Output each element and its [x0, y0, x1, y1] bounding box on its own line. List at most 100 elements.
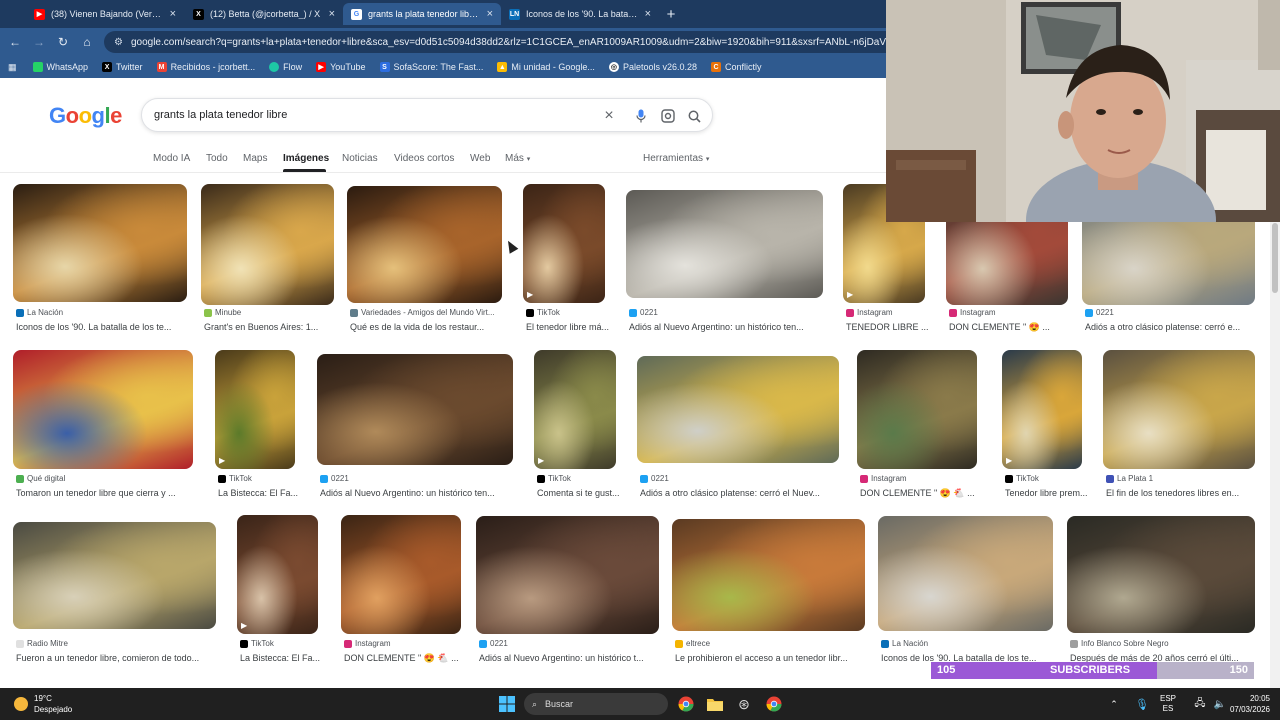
- result-title[interactable]: Qué es de la vida de los restaur...: [350, 322, 484, 332]
- file-explorer-icon[interactable]: [705, 694, 725, 714]
- result-source[interactable]: TikTok: [1005, 474, 1039, 483]
- result-title[interactable]: Fueron a un tenedor libre, comieron de t…: [16, 653, 199, 663]
- bookmark-whatsapp[interactable]: WhatsApp: [32, 62, 88, 72]
- result-thumbnail[interactable]: [13, 522, 216, 629]
- tab-la-nacion[interactable]: LN Iconos de los '90. La batalla de ×: [501, 3, 659, 25]
- google-logo[interactable]: Google: [49, 103, 122, 129]
- result-title[interactable]: Tomaron un tenedor libre que cierra y ..…: [16, 488, 176, 498]
- close-icon[interactable]: ×: [329, 8, 335, 20]
- result-title[interactable]: Tenedor libre prem...: [1005, 488, 1088, 498]
- result-source[interactable]: Variedades - Amigos del Mundo Virt...: [350, 308, 495, 317]
- filter-news[interactable]: Noticias: [342, 153, 378, 164]
- result-source[interactable]: TikTok: [537, 474, 571, 483]
- result-source[interactable]: 0221: [640, 474, 669, 483]
- result-source[interactable]: Instagram: [344, 639, 391, 648]
- filter-ai-mode[interactable]: Modo IA: [153, 153, 190, 164]
- result-title[interactable]: El tenedor libre má...: [526, 322, 609, 332]
- volume-icon[interactable]: 🔈: [1210, 694, 1230, 714]
- result-title[interactable]: Adiós a otro clásico platense: cerró el …: [640, 488, 820, 498]
- result-title[interactable]: Adiós al Nuevo Argentino: un histórico t…: [479, 653, 644, 663]
- bookmark-twitter[interactable]: X Twitter: [102, 62, 143, 72]
- chrome-profile-icon[interactable]: [764, 694, 784, 714]
- microphone-icon[interactable]: 🎙: [1132, 694, 1152, 714]
- lens-icon[interactable]: [659, 107, 677, 125]
- search-input[interactable]: grants la plata tenedor libre: [154, 109, 287, 121]
- result-source[interactable]: Info Blanco Sobre Negro: [1070, 639, 1169, 648]
- filter-web[interactable]: Web: [470, 153, 490, 164]
- result-thumbnail[interactable]: ▶: [523, 184, 605, 303]
- result-title[interactable]: Comenta si te gust...: [537, 488, 620, 498]
- result-title[interactable]: Adiós al Nuevo Argentino: un histórico t…: [629, 322, 804, 332]
- filter-short-videos[interactable]: Videos cortos: [394, 153, 454, 164]
- result-thumbnail[interactable]: [857, 350, 977, 469]
- apps-icon[interactable]: ▦: [8, 62, 17, 73]
- result-thumbnail[interactable]: [637, 356, 839, 463]
- result-source[interactable]: 0221: [479, 639, 508, 648]
- result-thumbnail[interactable]: ▶: [237, 515, 318, 634]
- result-thumbnail[interactable]: [626, 190, 823, 298]
- result-thumbnail[interactable]: ▶: [534, 350, 616, 469]
- taskbar-search[interactable]: ⌕ Buscar: [524, 693, 668, 715]
- back-icon[interactable]: ←: [6, 33, 24, 51]
- result-thumbnail[interactable]: [13, 184, 187, 302]
- search-icon[interactable]: [685, 107, 703, 125]
- bookmark-flow[interactable]: Flow: [269, 62, 302, 72]
- result-title[interactable]: La Bistecca: El Fa...: [218, 488, 298, 498]
- result-thumbnail[interactable]: [347, 186, 502, 303]
- result-source[interactable]: La Nación: [881, 639, 928, 648]
- result-title[interactable]: La Bistecca: El Fa...: [240, 653, 320, 663]
- result-thumbnail[interactable]: [201, 184, 334, 305]
- result-source[interactable]: eltrece: [675, 639, 710, 648]
- bookmark-conflictly[interactable]: C Conflictly: [711, 62, 762, 72]
- result-source[interactable]: 0221: [629, 308, 658, 317]
- result-thumbnail[interactable]: [672, 519, 865, 631]
- bookmark-sofascore[interactable]: S SofaScore: The Fast...: [379, 62, 483, 72]
- tools-button[interactable]: Herramientas ▾: [643, 153, 709, 164]
- tab-youtube[interactable]: ▶ (38) Vienen Bajando (Versión 2) ×: [26, 3, 184, 25]
- result-source[interactable]: Qué digital: [16, 474, 65, 483]
- result-title[interactable]: Grant's en Buenos Aires: 1...: [204, 322, 318, 332]
- filter-all[interactable]: Todo: [206, 153, 228, 164]
- result-source[interactable]: TikTok: [218, 474, 252, 483]
- result-source[interactable]: 0221: [1085, 308, 1114, 317]
- filter-images[interactable]: Imágenes: [283, 153, 329, 164]
- chrome-icon[interactable]: [676, 694, 696, 714]
- bookmark-youtube[interactable]: ▶ YouTube: [316, 62, 366, 72]
- forward-icon[interactable]: →: [30, 33, 48, 51]
- close-icon[interactable]: ×: [170, 8, 176, 20]
- result-source[interactable]: Instagram: [860, 474, 907, 483]
- bookmark-gmail[interactable]: M Recibidos - jcorbett...: [156, 62, 255, 72]
- result-title[interactable]: Adiós a otro clásico platense: cerró e..…: [1085, 322, 1240, 332]
- result-title[interactable]: Le prohibieron el acceso a un tenedor li…: [675, 653, 848, 663]
- page-scrollbar[interactable]: ▲: [1270, 173, 1280, 688]
- tab-x[interactable]: X (12) Betta (@jcorbetta_) / X ×: [185, 3, 343, 25]
- result-source[interactable]: Instagram: [949, 308, 996, 317]
- bookmark-drive[interactable]: ▲ Mi unidad - Google...: [497, 62, 595, 72]
- result-source[interactable]: Instagram: [846, 308, 893, 317]
- result-title[interactable]: El fin de los tenedores libres en...: [1106, 488, 1239, 498]
- taskbar-clock[interactable]: 20:05 07/03/2026: [1230, 693, 1270, 715]
- result-source[interactable]: La Nación: [16, 308, 63, 317]
- result-thumbnail[interactable]: [1067, 516, 1255, 633]
- result-thumbnail[interactable]: ▶: [215, 350, 295, 469]
- result-source[interactable]: TikTok: [240, 639, 274, 648]
- result-thumbnail[interactable]: [341, 515, 461, 634]
- result-thumbnail[interactable]: [878, 516, 1053, 631]
- filter-more[interactable]: Más ▾: [505, 153, 530, 164]
- site-info-icon[interactable]: ⚙: [114, 37, 123, 48]
- scrollbar-thumb[interactable]: [1272, 223, 1278, 293]
- weather-widget[interactable]: 19°C Despejado: [14, 693, 72, 715]
- result-source[interactable]: Minube: [204, 308, 241, 317]
- result-source[interactable]: Radio Mitre: [16, 639, 68, 648]
- close-icon[interactable]: ×: [487, 8, 493, 20]
- home-icon[interactable]: ⌂: [78, 33, 96, 51]
- language-indicator[interactable]: ESP ES: [1160, 694, 1176, 714]
- bookmark-paletools[interactable]: ◎ Paletools v26.0.28: [608, 62, 697, 72]
- result-title[interactable]: TENEDOR LIBRE ...: [846, 322, 929, 332]
- result-thumbnail[interactable]: [13, 350, 193, 469]
- tray-expand-icon[interactable]: ⌃: [1104, 694, 1124, 714]
- result-title[interactable]: Iconos de los '90. La batalla de los te.…: [16, 322, 171, 332]
- result-title[interactable]: DON CLEMENTE " 😍 🐔 ...: [860, 488, 975, 499]
- result-thumbnail[interactable]: [317, 354, 513, 465]
- result-source[interactable]: TikTok: [526, 308, 560, 317]
